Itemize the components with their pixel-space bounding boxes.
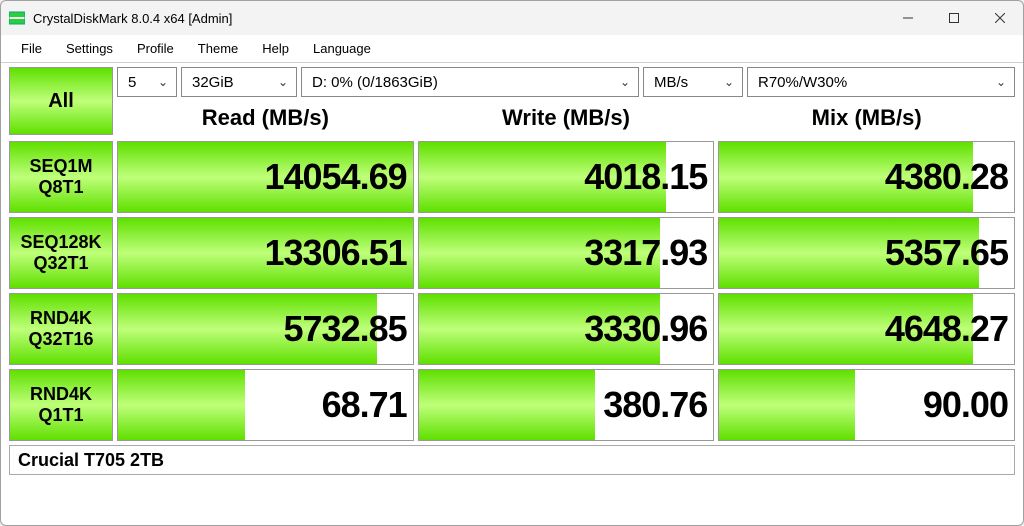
result-value: 4018.15 [584, 156, 707, 198]
test-row-rnd4k-q1t1: RND4KQ1T1 68.71 380.76 90.00 [9, 369, 1015, 441]
cell-rnd4k-q32t16-mix: 4648.27 [718, 293, 1015, 365]
result-bar [118, 370, 245, 440]
result-value: 13306.51 [265, 232, 407, 274]
menu-profile[interactable]: Profile [125, 37, 186, 60]
result-value: 5732.85 [284, 308, 407, 350]
drive-value: D: 0% (0/1863GiB) [312, 74, 438, 91]
run-all-button[interactable]: All [9, 67, 113, 135]
menu-file[interactable]: File [9, 37, 54, 60]
loops-value: 5 [128, 74, 136, 91]
size-select[interactable]: 32GiB ⌄ [181, 67, 297, 97]
mix-select[interactable]: R70%/W30% ⌄ [747, 67, 1015, 97]
drive-select[interactable]: D: 0% (0/1863GiB) ⌄ [301, 67, 639, 97]
cell-seq1m-q8t1-mix: 4380.28 [718, 141, 1015, 213]
device-footer: Crucial T705 2TB [9, 445, 1015, 475]
result-bar [419, 370, 596, 440]
result-value: 4380.28 [885, 156, 1008, 198]
row-label-1: RND4K [30, 308, 92, 329]
result-value: 380.76 [603, 384, 707, 426]
cell-rnd4k-q1t1-write: 380.76 [418, 369, 715, 441]
menu-language[interactable]: Language [301, 37, 383, 60]
run-seq128k-q32t1-button[interactable]: SEQ128KQ32T1 [9, 217, 113, 289]
row-label-1: SEQ128K [20, 232, 101, 253]
row-label-1: SEQ1M [29, 156, 92, 177]
chevron-down-icon: ⌄ [158, 75, 168, 89]
chevron-down-icon: ⌄ [278, 75, 288, 89]
run-seq1m-q8t1-button[interactable]: SEQ1MQ8T1 [9, 141, 113, 213]
cell-rnd4k-q1t1-mix: 90.00 [718, 369, 1015, 441]
cell-rnd4k-q32t16-write: 3330.96 [418, 293, 715, 365]
chevron-down-icon: ⌄ [996, 75, 1006, 89]
test-row-rnd4k-q32t16: RND4KQ32T16 5732.85 3330.96 4648.27 [9, 293, 1015, 365]
results-grid: SEQ1MQ8T114054.694018.154380.28SEQ128KQ3… [9, 141, 1015, 441]
minimize-icon [903, 13, 913, 23]
mix-value: R70%/W30% [758, 74, 847, 91]
run-rnd4k-q1t1-button[interactable]: RND4KQ1T1 [9, 369, 113, 441]
all-label: All [48, 90, 74, 113]
cell-rnd4k-q1t1-read: 68.71 [117, 369, 414, 441]
col-header-mix: Mix (MB/s) [718, 101, 1015, 135]
size-value: 32GiB [192, 74, 234, 91]
run-rnd4k-q32t16-button[interactable]: RND4KQ32T16 [9, 293, 113, 365]
test-row-seq1m-q8t1: SEQ1MQ8T1 14054.69 4018.15 4380.28 [9, 141, 1015, 213]
window-title: CrystalDiskMark 8.0.4 x64 [Admin] [33, 11, 232, 26]
cell-rnd4k-q32t16-read: 5732.85 [117, 293, 414, 365]
loops-select[interactable]: 5 ⌄ [117, 67, 177, 97]
chevron-down-icon: ⌄ [620, 75, 630, 89]
result-value: 90.00 [923, 384, 1008, 426]
row-label-1: RND4K [30, 384, 92, 405]
close-icon [995, 13, 1005, 23]
menu-settings[interactable]: Settings [54, 37, 125, 60]
maximize-button[interactable] [931, 1, 977, 35]
menubar: File Settings Profile Theme Help Languag… [1, 35, 1023, 63]
col-header-read: Read (MB/s) [117, 101, 414, 135]
cell-seq128k-q32t1-read: 13306.51 [117, 217, 414, 289]
row-label-2: Q32T1 [33, 253, 88, 274]
device-name: Crucial T705 2TB [18, 450, 164, 471]
result-value: 3330.96 [584, 308, 707, 350]
result-value: 14054.69 [265, 156, 407, 198]
row-label-2: Q1T1 [38, 405, 83, 426]
close-button[interactable] [977, 1, 1023, 35]
menu-theme[interactable]: Theme [186, 37, 250, 60]
test-row-seq128k-q32t1: SEQ128KQ32T1 13306.51 3317.93 5357.65 [9, 217, 1015, 289]
row-label-2: Q32T16 [28, 329, 93, 350]
menu-help[interactable]: Help [250, 37, 301, 60]
result-value: 68.71 [322, 384, 407, 426]
app-window: CrystalDiskMark 8.0.4 x64 [Admin] File S… [0, 0, 1024, 526]
cell-seq1m-q8t1-read: 14054.69 [117, 141, 414, 213]
row-label-2: Q8T1 [38, 177, 83, 198]
app-icon [9, 10, 25, 26]
chevron-down-icon: ⌄ [724, 75, 734, 89]
titlebar[interactable]: CrystalDiskMark 8.0.4 x64 [Admin] [1, 1, 1023, 35]
content-area: All 5 ⌄ 32GiB ⌄ D: 0% (0/1863GiB) ⌄ [1, 63, 1023, 525]
col-header-write: Write (MB/s) [418, 101, 715, 135]
unit-select[interactable]: MB/s ⌄ [643, 67, 743, 97]
cell-seq1m-q8t1-write: 4018.15 [418, 141, 715, 213]
result-value: 4648.27 [885, 308, 1008, 350]
result-value: 3317.93 [584, 232, 707, 274]
unit-value: MB/s [654, 74, 688, 91]
minimize-button[interactable] [885, 1, 931, 35]
result-bar [719, 370, 855, 440]
result-value: 5357.65 [885, 232, 1008, 274]
cell-seq128k-q32t1-write: 3317.93 [418, 217, 715, 289]
cell-seq128k-q32t1-mix: 5357.65 [718, 217, 1015, 289]
maximize-icon [949, 13, 959, 23]
